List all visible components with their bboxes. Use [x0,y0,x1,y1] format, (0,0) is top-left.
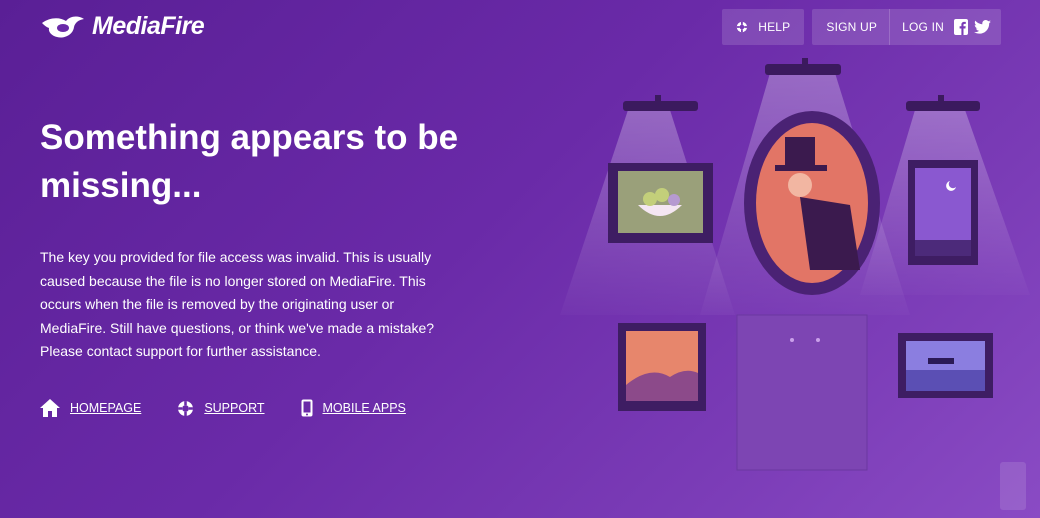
support-link[interactable]: SUPPORT [177,400,265,417]
lifebuoy-icon [178,400,194,416]
auth-nav: SIGN UP LOG IN [812,9,1001,45]
nav-divider [889,9,891,45]
night-city-painting [908,160,978,265]
mobile-apps-label: MOBILE APPS [322,401,406,415]
mediafire-logo[interactable]: MediaFire [40,12,205,41]
scroll-to-top-button[interactable] [1000,462,1026,510]
top-hat-portrait [744,111,880,295]
error-description: The key you provided for file access was… [40,249,435,359]
phone-icon [301,399,313,417]
top-nav: HELP SIGN UP LOG IN [722,9,1001,45]
lamp-icon [765,58,841,75]
support-label: SUPPORT [204,401,265,415]
footer-links: HOMEPAGE SUPPORT MOBILE APPS [40,399,442,417]
fruit-bowl-painting [608,163,713,243]
homepage-link[interactable]: HOMEPAGE [40,399,141,417]
home-icon [40,399,60,417]
mobile-apps-link[interactable]: MOBILE APPS [301,399,406,417]
lamp-icon [623,95,698,111]
page-title: Something appears to be missing... [40,118,459,205]
homepage-label: HOMEPAGE [70,401,142,415]
lamp-icon [906,95,980,111]
help-button[interactable]: HELP [722,9,805,45]
signup-link[interactable]: SIGN UP [822,20,877,34]
flame-logo-icon [42,16,84,38]
help-label: HELP [758,20,791,34]
logo-text: MediaFire [92,12,205,40]
gallery-door [736,314,868,471]
facebook-icon[interactable] [954,19,968,35]
gallery-illustration [560,58,1030,471]
twitter-icon[interactable] [974,20,991,34]
boat-painting [898,333,993,398]
lifebuoy-icon [737,21,748,33]
social-links [954,19,991,35]
sunset-painting [618,323,706,411]
login-link[interactable]: LOG IN [902,20,944,34]
